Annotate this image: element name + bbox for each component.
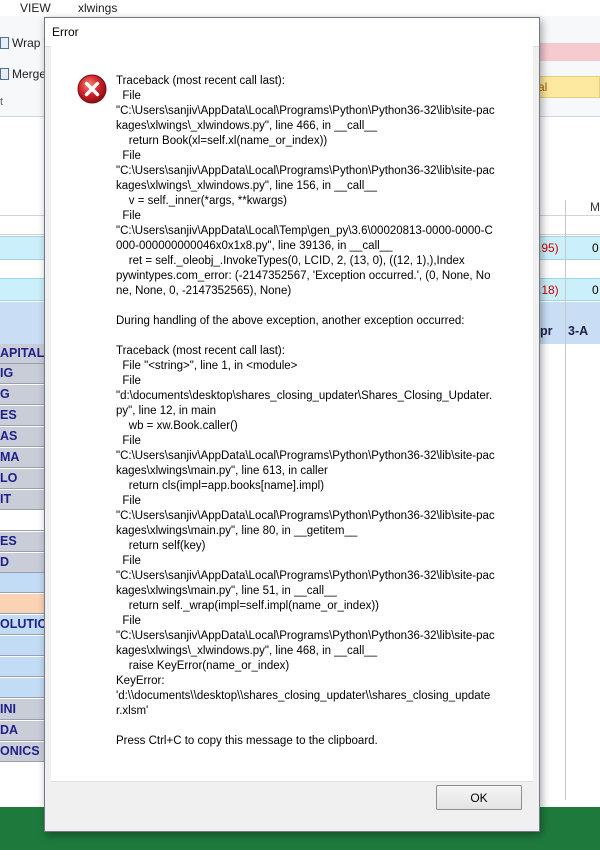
row-label[interactable]: D [0, 553, 44, 573]
cell-negative-value[interactable]: .18) [538, 283, 559, 297]
row-label[interactable] [0, 594, 44, 614]
row-label[interactable] [0, 636, 44, 656]
row-label[interactable]: DA [0, 721, 44, 741]
column-divider [565, 200, 566, 800]
dialog-titlebar[interactable]: Error [45, 18, 539, 47]
style-bad[interactable] [530, 43, 600, 61]
row-label[interactable]: INI [0, 700, 44, 720]
row-label[interactable]: AS [0, 427, 44, 447]
column-apr: pr [540, 324, 553, 338]
row-label[interactable]: OLUTION [0, 615, 44, 635]
cell-value[interactable]: 0 [592, 241, 599, 255]
error-icon [77, 74, 107, 104]
column-3a: 3-A [568, 324, 589, 338]
row-label[interactable]: ES [0, 406, 44, 426]
excel-menubar: VIEW xlwings [0, 0, 600, 16]
row-label[interactable] [0, 657, 44, 677]
cell-value[interactable]: 0 [592, 283, 599, 297]
ok-button[interactable]: OK [436, 785, 522, 810]
row-label[interactable]: APITAL [0, 344, 44, 364]
row-label[interactable] [0, 573, 44, 593]
row-label[interactable]: LO [0, 469, 44, 489]
row-label[interactable]: MA [0, 448, 44, 468]
merge-icon [0, 68, 9, 80]
row-label[interactable] [0, 678, 44, 698]
cell-negative-value[interactable]: .95) [538, 241, 559, 255]
menu-view[interactable]: VIEW [20, 1, 51, 15]
row-label[interactable]: ES [0, 532, 44, 552]
merge-center-button[interactable]: Merge [0, 67, 46, 81]
row-label[interactable]: IT [0, 490, 44, 510]
wrap-text-icon [0, 37, 9, 49]
dialog-title: Error [52, 25, 79, 39]
merge-label: Merge [12, 67, 47, 81]
row-label[interactable]: IG [0, 364, 44, 384]
row-label[interactable]: ONICS [0, 742, 44, 762]
column-header-m: M [590, 200, 600, 214]
error-message: Traceback (most recent call last): File … [116, 75, 495, 747]
style-neutral[interactable]: ral [530, 76, 600, 98]
row-label[interactable] [0, 511, 44, 531]
alignment-group-label: t [0, 96, 4, 108]
row-label[interactable]: G [0, 385, 44, 405]
menu-xlwings[interactable]: xlwings [78, 1, 117, 15]
